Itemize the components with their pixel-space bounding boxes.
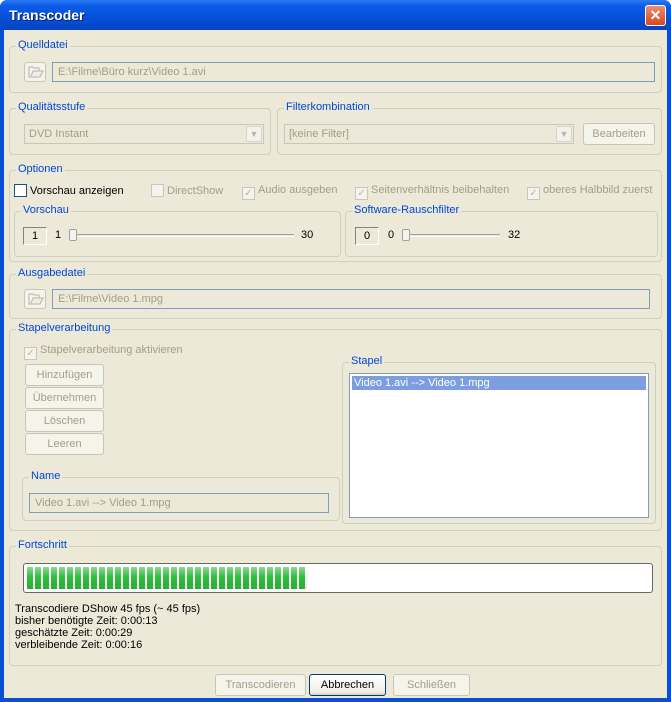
checkmark-icon[interactable]: ✓ <box>24 347 37 360</box>
checkbox-label: Vorschau anzeigen <box>30 185 124 197</box>
progress-fill <box>27 567 307 589</box>
preview-checkbox[interactable]: Vorschau anzeigen <box>14 184 124 197</box>
preview-max-label: 30 <box>301 229 314 241</box>
noise-value-box: 0 <box>355 227 379 245</box>
window-title: Transcoder <box>9 7 85 23</box>
close-button[interactable]: Schließen <box>393 674 470 696</box>
preview-group: Vorschau 1 1 30 <box>14 204 341 257</box>
cancel-button[interactable]: Abbrechen <box>309 674 386 696</box>
noise-slider-thumb[interactable] <box>402 229 410 241</box>
chevron-down-icon[interactable]: ▼ <box>556 126 572 142</box>
apply-button[interactable]: Übernehmen <box>25 387 104 409</box>
delete-button[interactable]: Löschen <box>25 410 104 432</box>
filter-group: Filterkombination [keine Filter] ▼ Bearb… <box>277 101 662 155</box>
checkbox-label: oberes Halbbild zuerst <box>543 184 653 196</box>
title-bar[interactable]: Transcoder ✕ <box>0 0 671 30</box>
checkmark-icon[interactable]: ✓ <box>355 187 368 200</box>
checkmark-icon[interactable]: ✓ <box>527 187 540 200</box>
batch-group-title: Stapelverarbeitung <box>16 322 113 334</box>
source-path-field[interactable]: E:\Filme\Büro kurz\Video 1.avi <box>52 62 655 82</box>
checkbox-label: Stapelverarbeitung aktivieren <box>40 344 183 356</box>
progress-group: Fortschritt Transcodiere DShow 45 fps (~… <box>9 539 662 666</box>
noise-filter-group: Software-Rauschfilter 0 0 32 <box>345 204 658 257</box>
status-line-estimated: geschätzte Zeit: 0:00:29 <box>15 627 133 639</box>
noise-filter-group-title: Software-Rauschfilter <box>352 204 462 216</box>
preview-slider-thumb[interactable] <box>69 229 77 241</box>
preview-slider-track[interactable] <box>69 234 294 237</box>
checkbox-label: Audio ausgeben <box>258 184 338 196</box>
output-file-group-title: Ausgabedatei <box>16 267 88 279</box>
top-field-first-checkbox[interactable]: ✓ oberes Halbbild zuerst <box>527 184 652 200</box>
close-icon: ✕ <box>649 7 662 23</box>
stack-list[interactable]: Video 1.avi --> Video 1.mpg <box>349 373 649 518</box>
status-line-speed: Transcodiere DShow 45 fps (~ 45 fps) <box>15 603 201 615</box>
audio-output-checkbox[interactable]: ✓ Audio ausgeben <box>242 184 338 200</box>
quality-select[interactable]: DVD Instant ▼ <box>24 124 264 144</box>
transcoder-window: Transcoder ✕ Quelldatei E:\Filme\Büro ku… <box>0 0 671 702</box>
checkbox-label: DirectShow <box>167 185 224 197</box>
stack-group: Stapel Video 1.avi --> Video 1.mpg <box>342 355 656 524</box>
filter-select[interactable]: [keine Filter] ▼ <box>284 124 574 144</box>
filter-group-title: Filterkombination <box>284 101 372 113</box>
dialog-body: Quelldatei E:\Filme\Büro kurz\Video 1.av… <box>4 30 667 698</box>
clear-button[interactable]: Leeren <box>25 433 104 455</box>
filter-selected-value: [keine Filter] <box>289 128 349 140</box>
list-item[interactable]: Video 1.avi --> Video 1.mpg <box>352 376 646 390</box>
stack-group-title: Stapel <box>349 355 385 367</box>
output-browse-button[interactable] <box>24 289 46 309</box>
noise-min-label: 0 <box>388 229 395 241</box>
options-group: Optionen Vorschau anzeigen DirectShow ✓ A… <box>9 163 662 262</box>
name-group-title: Name <box>29 470 63 482</box>
source-browse-button[interactable] <box>24 62 46 82</box>
progress-bar <box>23 563 653 593</box>
preview-min-label: 1 <box>55 229 62 241</box>
checkbox-label: Seitenverhältnis beibehalten <box>371 184 510 196</box>
noise-slider-track[interactable] <box>403 234 500 237</box>
checkbox-box[interactable] <box>14 184 27 197</box>
close-window-button[interactable]: ✕ <box>645 5 666 26</box>
source-file-group-title: Quelldatei <box>16 39 70 51</box>
transcode-button[interactable]: Transcodieren <box>215 674 306 696</box>
checkmark-icon[interactable]: ✓ <box>242 187 255 200</box>
edit-filter-button[interactable]: Bearbeiten <box>583 123 655 145</box>
open-folder-icon <box>28 66 44 78</box>
preview-value-box: 1 <box>23 227 47 245</box>
source-file-group: Quelldatei E:\Filme\Büro kurz\Video 1.av… <box>9 39 662 93</box>
checkbox-box[interactable] <box>151 184 164 197</box>
output-path-field[interactable]: E:\Filme\Video 1.mpg <box>52 289 650 309</box>
batch-enable-checkbox[interactable]: ✓ Stapelverarbeitung aktivieren <box>24 344 182 360</box>
name-field[interactable]: Video 1.avi --> Video 1.mpg <box>29 493 329 513</box>
noise-max-label: 32 <box>508 229 521 241</box>
chevron-down-icon[interactable]: ▼ <box>246 126 262 142</box>
keep-aspect-checkbox[interactable]: ✓ Seitenverhältnis beibehalten <box>355 184 509 200</box>
progress-group-title: Fortschritt <box>16 539 69 551</box>
directshow-checkbox[interactable]: DirectShow <box>151 184 223 197</box>
open-folder-icon <box>28 293 44 305</box>
output-file-group: Ausgabedatei E:\Filme\Video 1.mpg <box>9 267 662 319</box>
quality-selected-value: DVD Instant <box>29 128 89 140</box>
name-group: Name Video 1.avi --> Video 1.mpg <box>22 470 340 521</box>
quality-group-title: Qualitätsstufe <box>16 101 88 113</box>
batch-group: Stapelverarbeitung ✓ Stapelverarbeitung a… <box>9 322 662 531</box>
status-line-elapsed: bisher benötigte Zeit: 0:00:13 <box>15 615 158 627</box>
quality-group: Qualitätsstufe DVD Instant ▼ <box>9 101 271 155</box>
preview-group-title: Vorschau <box>21 204 71 216</box>
options-group-title: Optionen <box>16 163 65 175</box>
add-button[interactable]: Hinzufügen <box>25 364 104 386</box>
status-line-remaining: verbleibende Zeit: 0:00:16 <box>15 639 143 651</box>
